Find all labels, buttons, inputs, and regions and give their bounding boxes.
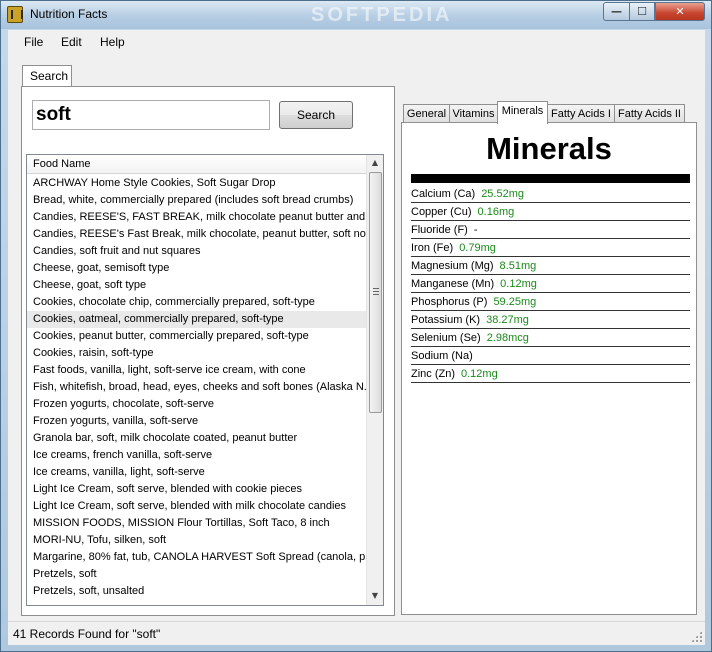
list-item[interactable]: ARCHWAY Home Style Cookies, Soft Sugar D…	[27, 175, 366, 192]
list-item[interactable]: Candies, REESE's Fast Break, milk chocol…	[27, 226, 366, 243]
tab-general[interactable]: General	[403, 104, 450, 123]
grip-icon	[373, 288, 379, 295]
mineral-row: Sodium (Na)	[411, 347, 690, 365]
title-bar[interactable]: Nutrition Facts SOFTPEDIA — ☐ ✕	[1, 1, 711, 29]
mineral-row: Magnesium (Mg) 8.51mg	[411, 257, 690, 275]
mineral-value: 8.51mg	[499, 260, 537, 272]
window-title: Nutrition Facts	[30, 7, 108, 21]
list-item[interactable]: Light Ice Cream, soft serve, blended wit…	[27, 481, 366, 498]
mineral-row: Calcium (Ca) 25.52mg	[411, 185, 690, 203]
food-rows: ARCHWAY Home Style Cookies, Soft Sugar D…	[27, 175, 366, 600]
mineral-name: Phosphorus (P)	[411, 296, 488, 308]
list-item[interactable]: Bread, white, commercially prepared (inc…	[27, 192, 366, 209]
status-bar: 41 Records Found for "soft"	[8, 621, 705, 645]
detail-tabs: General Vitamins Minerals Fatty Acids I …	[403, 101, 693, 124]
list-item[interactable]: Cookies, peanut butter, commercially pre…	[27, 328, 366, 345]
watermark: SOFTPEDIA	[311, 4, 453, 26]
menu-bar: File Edit Help	[8, 30, 705, 56]
minerals-panel: Minerals Calcium (Ca) 25.52mg Copper (Cu) 0…	[401, 122, 697, 615]
mineral-row: Fluoride (F) -	[411, 221, 690, 239]
scroll-down-icon[interactable]: ▼	[367, 588, 383, 604]
tab-vitamins[interactable]: Vitamins	[449, 104, 498, 123]
mineral-name: Iron (Fe)	[411, 242, 454, 254]
list-item[interactable]: Fast foods, vanilla, light, soft-serve i…	[27, 362, 366, 379]
mineral-value: 25.52mg	[481, 188, 524, 200]
list-item[interactable]: Fish, whitefish, broad, head, eyes, chee…	[27, 379, 366, 396]
list-item[interactable]: Frozen yogurts, vanilla, soft-serve	[27, 413, 366, 430]
client-area: Search soft Search Food Name ARCHWAY Hom…	[8, 56, 705, 621]
mineral-name: Magnesium (Mg)	[411, 260, 494, 272]
search-button[interactable]: Search	[279, 101, 353, 129]
column-header-food-name[interactable]: Food Name	[27, 155, 366, 174]
mineral-name: Zinc (Zn)	[411, 368, 455, 380]
mineral-value: 2.98mcg	[486, 332, 529, 344]
mineral-value: 0.12mg	[461, 368, 498, 380]
minerals-table: Calcium (Ca) 25.52mg Copper (Cu) 0.16mg Fluo…	[411, 185, 690, 383]
list-item[interactable]: MISSION FOODS, MISSION Flour Tortillas, …	[27, 515, 366, 532]
list-item[interactable]: Cookies, raisin, soft-type	[27, 345, 366, 362]
tab-search[interactable]: Search	[22, 65, 72, 87]
mineral-row: Copper (Cu) 0.16mg	[411, 203, 690, 221]
menu-edit[interactable]: Edit	[61, 35, 82, 49]
list-item[interactable]: MORI-NU, Tofu, silken, soft	[27, 532, 366, 549]
mineral-row: Zinc (Zn) 0.12mg	[411, 365, 690, 383]
list-item[interactable]: Cheese, goat, semisoft type	[27, 260, 366, 277]
mineral-value: 38.27mg	[486, 314, 529, 326]
list-item[interactable]: Granola bar, soft, milk chocolate coated…	[27, 430, 366, 447]
food-list[interactable]: Food Name ARCHWAY Home Style Cookies, So…	[26, 154, 384, 606]
list-item[interactable]: Pretzels, soft, unsalted	[27, 583, 366, 600]
list-item[interactable]: Frozen yogurts, chocolate, soft-serve	[27, 396, 366, 413]
list-item[interactable]: Cookies, chocolate chip, commercially pr…	[27, 294, 366, 311]
tab-minerals[interactable]: Minerals	[497, 101, 548, 124]
search-input[interactable]: soft	[32, 100, 270, 130]
mineral-name: Copper (Cu)	[411, 206, 472, 218]
maximize-button[interactable]: ☐	[629, 2, 655, 21]
close-button[interactable]: ✕	[655, 2, 705, 21]
mineral-value: 59.25mg	[493, 296, 537, 308]
status-text: 41 Records Found for "soft"	[13, 627, 161, 641]
resize-grip-icon[interactable]	[691, 631, 702, 642]
scroll-up-icon[interactable]: ▲	[367, 155, 383, 171]
tab-fatty-acids-i[interactable]: Fatty Acids I	[547, 104, 615, 123]
list-item[interactable]: Cheese, goat, soft type	[27, 277, 366, 294]
mineral-value: 0.79mg	[459, 242, 496, 254]
list-item[interactable]: Cookies, oatmeal, commercially prepared,…	[27, 311, 366, 328]
mineral-value: 0.12mg	[500, 278, 537, 290]
mineral-name: Fluoride (F)	[411, 224, 468, 236]
mineral-row: Potassium (K) 38.27mg	[411, 311, 690, 329]
mineral-value: 0.16mg	[477, 206, 515, 218]
app-icon	[7, 6, 23, 23]
scroll-thumb[interactable]	[369, 172, 382, 413]
minimize-button[interactable]: —	[603, 2, 629, 21]
minimize-icon: —	[611, 5, 622, 18]
list-item[interactable]: Candies, REESE'S, FAST BREAK, milk choco…	[27, 209, 366, 226]
menu-help[interactable]: Help	[100, 35, 125, 49]
title-rule	[411, 174, 690, 183]
mineral-row: Iron (Fe) 0.79mg	[411, 239, 690, 257]
mineral-row: Phosphorus (P) 59.25mg	[411, 293, 690, 311]
app-window: Nutrition Facts SOFTPEDIA — ☐ ✕ File Edi…	[0, 0, 712, 652]
minerals-title: Minerals	[486, 131, 612, 166]
list-item[interactable]: Margarine, 80% fat, tub, CANOLA HARVEST …	[27, 549, 366, 566]
list-item[interactable]: Light Ice Cream, soft serve, blended wit…	[27, 498, 366, 515]
mineral-name: Sodium (Na)	[411, 350, 473, 362]
mineral-value: -	[473, 224, 478, 236]
list-item[interactable]: Ice creams, vanilla, light, soft-serve	[27, 464, 366, 481]
mineral-name: Potassium (K)	[411, 314, 481, 326]
search-panel: soft Search Food Name ARCHWAY Home Style…	[21, 86, 395, 616]
list-item[interactable]: Pretzels, soft	[27, 566, 366, 583]
vertical-scrollbar[interactable]: ▲ ▼	[366, 155, 383, 605]
maximize-icon: ☐	[637, 5, 647, 18]
close-icon: ✕	[675, 5, 685, 18]
mineral-name: Manganese (Mn)	[411, 278, 495, 290]
list-item[interactable]: Ice creams, french vanilla, soft-serve	[27, 447, 366, 464]
tab-fatty-acids-ii[interactable]: Fatty Acids II	[614, 104, 685, 123]
mineral-row: Manganese (Mn) 0.12mg	[411, 275, 690, 293]
mineral-row: Selenium (Se) 2.98mcg	[411, 329, 690, 347]
mineral-name: Selenium (Se)	[411, 332, 481, 344]
mineral-name: Calcium (Ca)	[411, 188, 476, 200]
list-item[interactable]: Candies, soft fruit and nut squares	[27, 243, 366, 260]
menu-file[interactable]: File	[24, 35, 43, 49]
